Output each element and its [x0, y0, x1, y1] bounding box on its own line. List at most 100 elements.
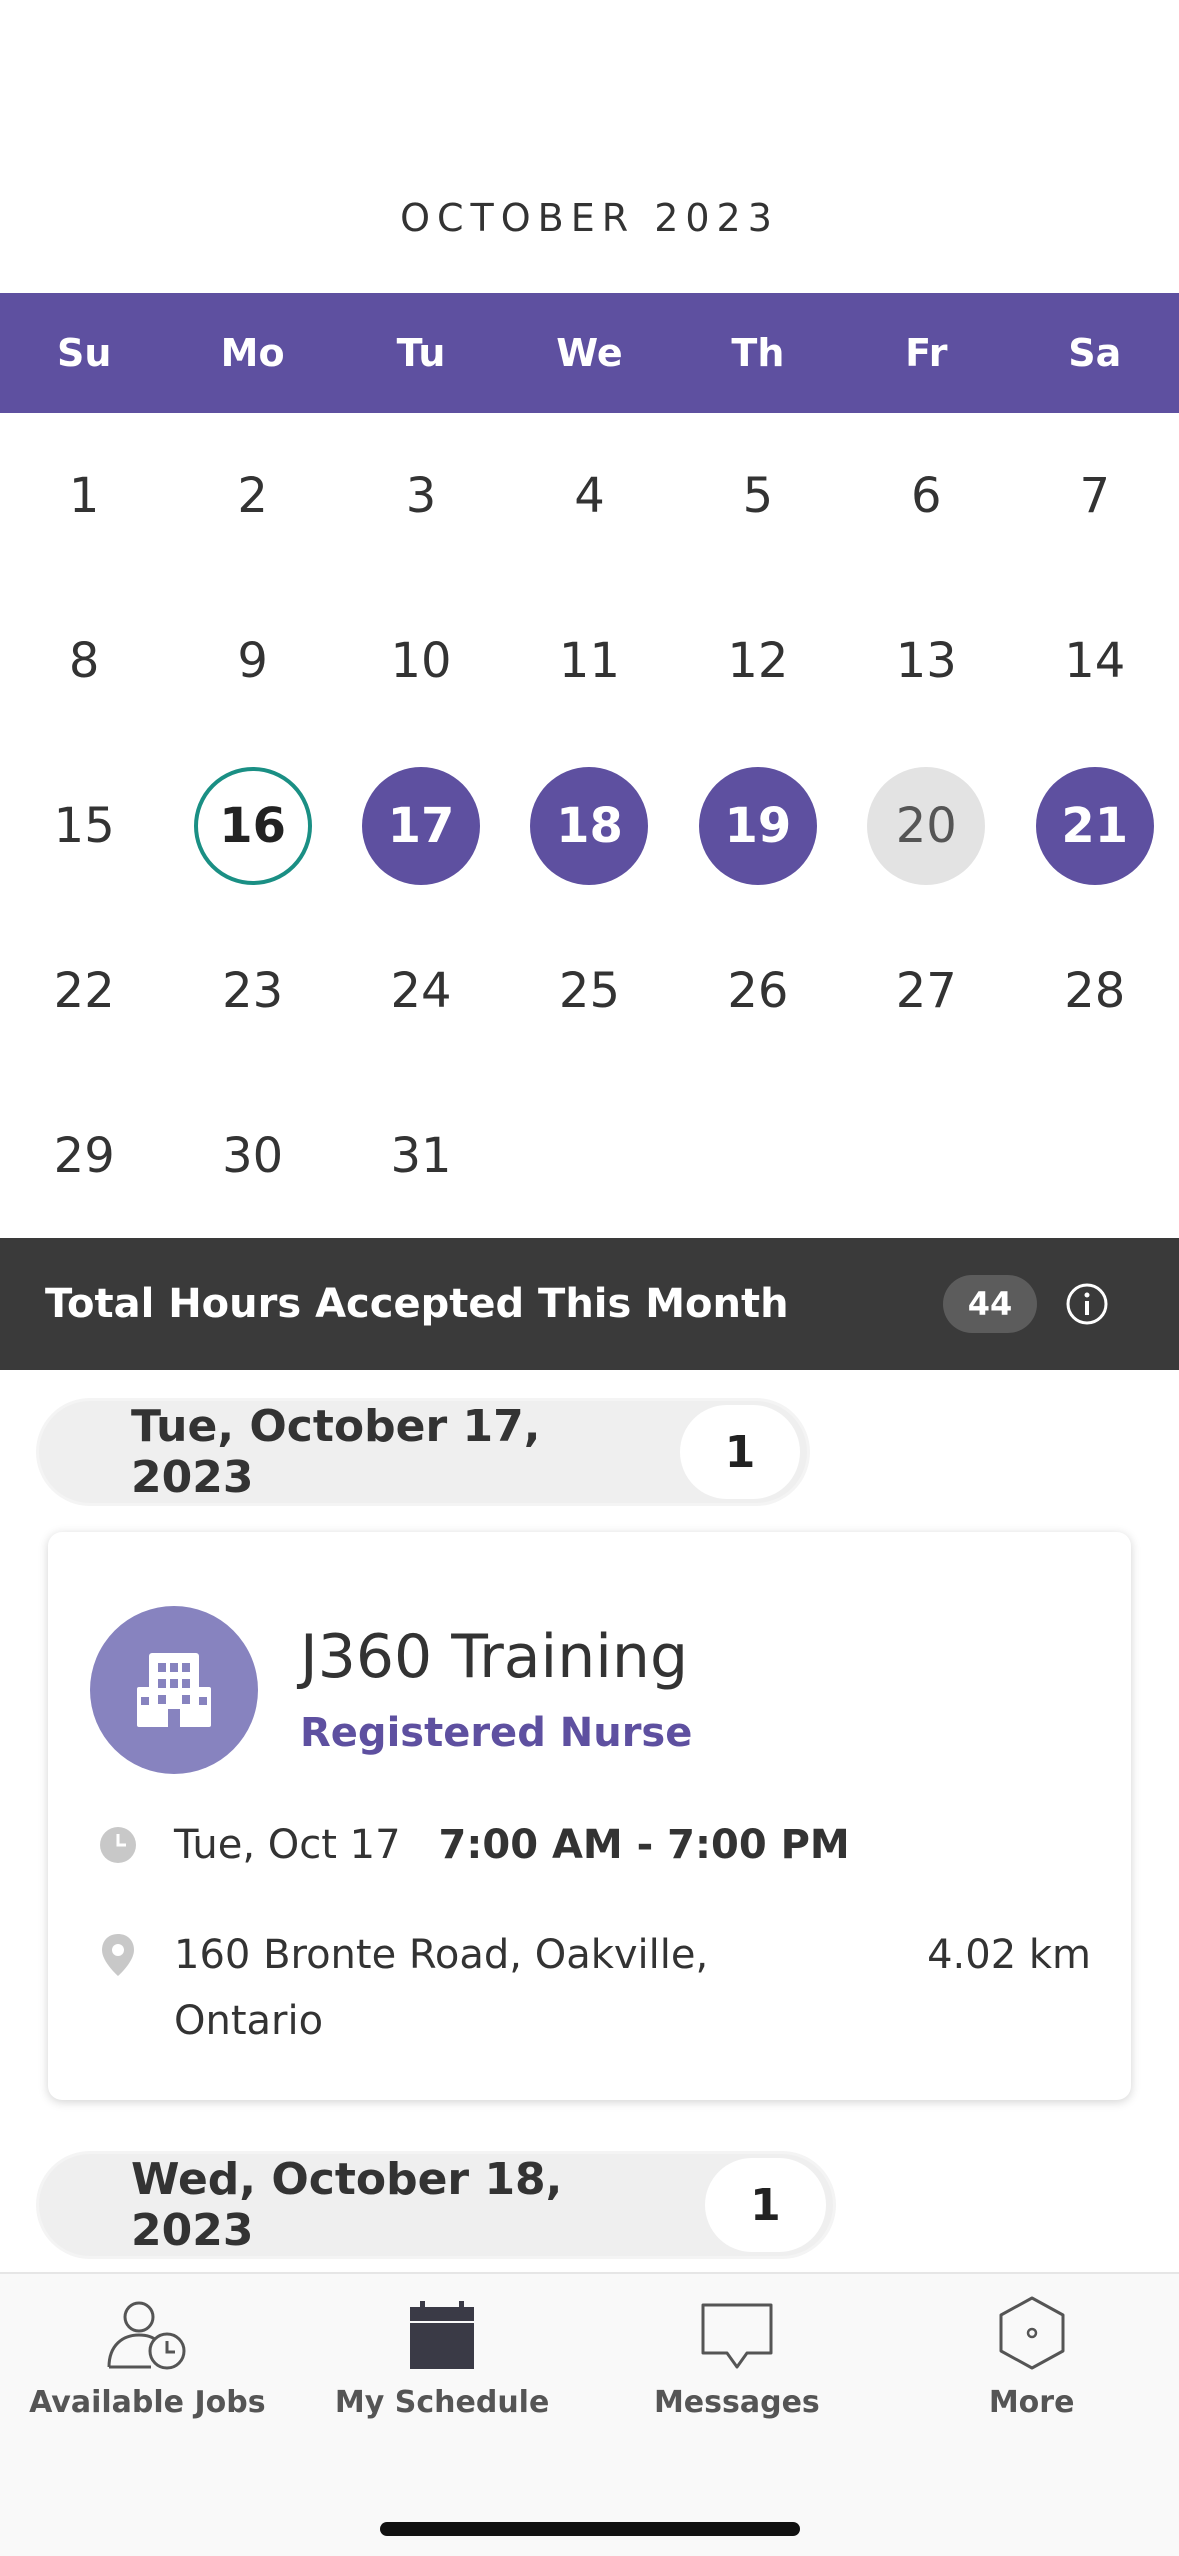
calendar-cell[interactable]: 12	[674, 578, 842, 743]
calendar-day-default[interactable]: 24	[362, 932, 480, 1050]
shift-distance: 4.02 km	[927, 1932, 1091, 1978]
calendar-week-row: 22 23 24 25 26 27 28	[0, 908, 1179, 1073]
calendar-cell[interactable]: 8	[0, 578, 168, 743]
calendar-cell[interactable]: 14	[1011, 578, 1179, 743]
month-title: OCTOBER 2023	[400, 196, 779, 240]
calendar-day-default[interactable]: 27	[867, 932, 985, 1050]
hours-summary-label: Total Hours Accepted This Month	[45, 1281, 789, 1327]
calendar-day-default[interactable]: 31	[362, 1097, 480, 1215]
calendar-day-default[interactable]: 23	[194, 932, 312, 1050]
calendar-cell[interactable]: 3	[337, 413, 505, 578]
weekday-label: Mo	[220, 331, 285, 375]
calendar-day-gray[interactable]: 20	[867, 766, 986, 885]
calendar-cell[interactable]: 25	[505, 908, 673, 1073]
calendar-day-default[interactable]: 25	[530, 932, 648, 1050]
person-clock-icon	[107, 2301, 186, 2370]
calendar-day-default[interactable]: 11	[530, 602, 648, 720]
calendar-cell[interactable]: 24	[337, 908, 505, 1073]
calendar-cell[interactable]: 18	[505, 743, 673, 908]
calendar-day-booked[interactable]: 18	[530, 766, 649, 885]
calendar-week-row: 29 30 31	[0, 1073, 1179, 1238]
bottom-tab-bar: Available Jobs My Schedule Messages More	[0, 2272, 1179, 2556]
calendar-day-default[interactable]: 4	[530, 437, 648, 555]
tab-my-schedule[interactable]: My Schedule	[295, 2274, 590, 2444]
calendar-cell[interactable]: 10	[337, 578, 505, 743]
facility-avatar	[90, 1606, 258, 1774]
calendar-day-default[interactable]: 28	[1036, 932, 1154, 1050]
home-indicator[interactable]	[380, 2522, 800, 2536]
calendar-day-default[interactable]: 12	[699, 602, 817, 720]
shift-card[interactable]: J360 Training Registered Nurse Tue, Oct …	[48, 1532, 1131, 2100]
clock-icon	[100, 1827, 136, 1863]
weekday-label: We	[556, 331, 623, 375]
calendar-cell[interactable]: 4	[505, 413, 673, 578]
calendar-day-default[interactable]: 3	[362, 437, 480, 555]
calendar-cell[interactable]: 31	[337, 1073, 505, 1238]
calendar-cell[interactable]: 22	[0, 908, 168, 1073]
calendar-cell[interactable]: 16	[168, 743, 336, 908]
date-group-count: 1	[680, 1405, 800, 1499]
calendar-cell[interactable]: 19	[674, 743, 842, 908]
weekday-header: Su Mo Tu We Th Fr Sa	[0, 293, 1179, 413]
calendar-cell[interactable]: 30	[168, 1073, 336, 1238]
calendar-cell[interactable]: 5	[674, 413, 842, 578]
tab-available-jobs[interactable]: Available Jobs	[0, 2274, 295, 2444]
calendar-cell[interactable]: 17	[337, 743, 505, 908]
calendar-day-default[interactable]: 14	[1036, 602, 1154, 720]
calendar-week-row: 1234567	[0, 413, 1179, 578]
calendar-cell[interactable]: 20	[842, 743, 1010, 908]
tab-messages[interactable]: Messages	[590, 2274, 885, 2444]
calendar-cell[interactable]: 13	[842, 578, 1010, 743]
calendar-day-default[interactable]: 29	[25, 1097, 143, 1215]
location-pin-icon	[102, 1934, 134, 1976]
calendar-cell[interactable]: 23	[168, 908, 336, 1073]
calendar-day-booked[interactable]: 19	[698, 766, 817, 885]
calendar-day-default[interactable]: 26	[699, 932, 817, 1050]
tab-label: Available Jobs	[29, 2385, 266, 2420]
calendar-cell[interactable]: 15	[0, 743, 168, 908]
tab-label: More	[988, 2385, 1075, 2420]
calendar-day-default[interactable]: 15	[25, 767, 143, 885]
tab-label: Messages	[653, 2385, 820, 2420]
calendar-cell[interactable]: 9	[168, 578, 336, 743]
calendar-cell	[505, 1073, 673, 1238]
date-group-header[interactable]: Tue, October 17, 2023 1	[36, 1398, 810, 1506]
calendar-cell[interactable]: 28	[1011, 908, 1179, 1073]
info-icon[interactable]	[1065, 1282, 1109, 1326]
date-group-header[interactable]: Wed, October 18, 2023 1	[36, 2151, 836, 2259]
hexagon-icon	[999, 2296, 1065, 2370]
calendar-day-default[interactable]: 7	[1036, 437, 1154, 555]
weekday-label: Sa	[1068, 331, 1122, 375]
calendar-cell[interactable]: 1	[0, 413, 168, 578]
calendar-day-default[interactable]: 2	[194, 437, 312, 555]
calendar-cell[interactable]: 7	[1011, 413, 1179, 578]
calendar-cell[interactable]: 6	[842, 413, 1010, 578]
shift-time-row: Tue, Oct 17 7:00 AM - 7:00 PM	[98, 1822, 850, 1868]
calendar-cell[interactable]: 11	[505, 578, 673, 743]
calendar-day-booked[interactable]: 21	[1035, 766, 1154, 885]
calendar-day-default[interactable]: 6	[867, 437, 985, 555]
calendar-day-default[interactable]: 13	[867, 602, 985, 720]
calendar-day-default[interactable]: 9	[194, 602, 312, 720]
tab-more[interactable]: More	[884, 2274, 1179, 2444]
calendar-day-default[interactable]: 8	[25, 602, 143, 720]
calendar-cell[interactable]: 2	[168, 413, 336, 578]
calendar-day-today[interactable]: 16	[193, 766, 312, 885]
shift-address-row: 160 Bronte Road, Oakville, Ontario 4.02 …	[98, 1922, 1098, 2054]
calendar-cell[interactable]: 27	[842, 908, 1010, 1073]
role-label: Registered Nurse	[300, 1710, 693, 1756]
calendar-day-default[interactable]: 22	[25, 932, 143, 1050]
calendar-cell[interactable]: 26	[674, 908, 842, 1073]
message-bubble-icon	[701, 2303, 773, 2369]
calendar-grid: 1 2 3 4 5 6 7 8 9 10 11 12 13 14 15 16 17 18 19 20 21 22 23 24 2…	[0, 413, 1179, 1238]
calendar-day-default[interactable]: 5	[699, 437, 817, 555]
calendar-cell	[1011, 1073, 1179, 1238]
calendar-day-default[interactable]: 1	[25, 437, 143, 555]
calendar-cell[interactable]: 29	[0, 1073, 168, 1238]
calendar-day-default[interactable]: 30	[194, 1097, 312, 1215]
calendar-icon	[410, 2301, 475, 2369]
calendar-day-booked[interactable]: 17	[362, 766, 481, 885]
calendar-week-row: 15 16 17 18 19 20 21	[0, 743, 1179, 908]
calendar-cell[interactable]: 21	[1011, 743, 1179, 908]
calendar-day-default[interactable]: 10	[362, 602, 480, 720]
